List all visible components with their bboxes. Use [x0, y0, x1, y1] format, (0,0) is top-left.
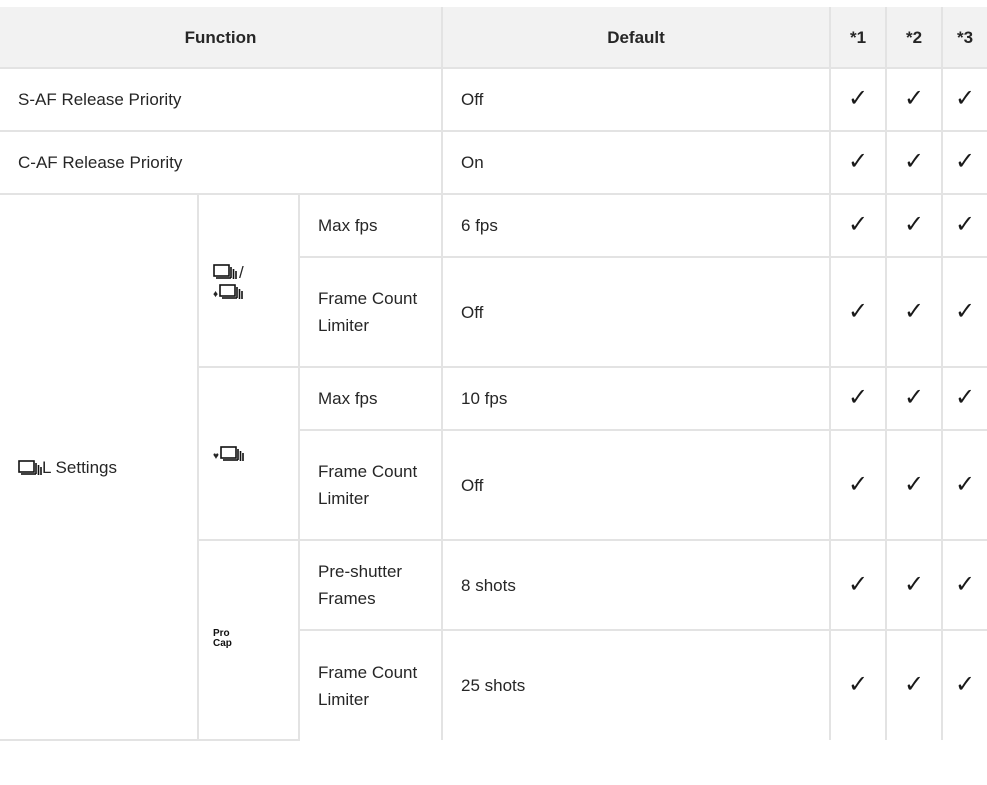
check-cell: ✓ — [885, 256, 944, 368]
function-cell: C-AF Release Priority — [0, 130, 444, 195]
default-cell: 10 fps — [441, 366, 832, 431]
checkmark-icon: ✓ — [903, 470, 925, 498]
check-cell: ✓ — [829, 539, 888, 631]
check-cell: ✓ — [829, 130, 888, 195]
sub-function-cell: Frame Count Limiter — [299, 429, 444, 541]
checkmark-icon: ✓ — [847, 384, 869, 411]
check-cell: ✓ — [885, 67, 944, 132]
check-cell: ✓ — [829, 366, 888, 431]
checkmark-icon: ✓ — [903, 570, 925, 598]
check-cell: ✓ — [941, 629, 987, 740]
l-settings-label: L Settings — [42, 457, 117, 477]
table-row: C-AF Release Priority On ✓ ✓ ✓ — [0, 130, 987, 195]
sub-function-cell: Pre-shutter Frames — [297, 539, 444, 631]
check-cell: ✓ — [941, 366, 987, 431]
silent-marker-icon: ♦ — [213, 289, 219, 300]
checkmark-icon: ✓ — [954, 384, 976, 411]
checkmark-icon: ✓ — [954, 148, 976, 175]
checkmark-icon: ✓ — [954, 570, 976, 598]
check-cell: ✓ — [941, 130, 987, 195]
header-mode-3: *3 — [941, 7, 987, 69]
silent-sequential-icon — [219, 284, 243, 300]
sequential-icon — [213, 264, 237, 280]
checkmark-icon: ✓ — [903, 384, 925, 411]
group3-icon-cell: Pro Cap — [198, 539, 300, 741]
checkmark-icon: ✓ — [954, 211, 976, 238]
checkmark-icon: ✓ — [847, 148, 869, 175]
default-cell: Off — [441, 67, 832, 132]
sub-function-cell: Frame Count Limiter — [299, 629, 444, 740]
sub-function-cell: Max fps — [297, 366, 444, 431]
check-cell: ✓ — [885, 629, 944, 740]
check-cell: ✓ — [941, 539, 987, 631]
checkmark-icon: ✓ — [903, 211, 925, 238]
default-cell: On — [441, 130, 832, 195]
group1-icon-cell: / ♦ — [197, 193, 300, 368]
checkmark-icon: ✓ — [903, 671, 925, 698]
check-cell: ✓ — [885, 539, 944, 631]
default-cell: 8 shots — [441, 539, 832, 631]
checkmark-icon: ✓ — [847, 297, 869, 325]
checkmark-icon: ✓ — [903, 297, 925, 325]
sequential-shooting-icon — [18, 460, 42, 476]
checkmark-icon: ✓ — [847, 671, 869, 698]
default-cell: 25 shots — [441, 629, 832, 740]
header-function: Function — [0, 7, 444, 69]
sub-function-cell: Frame Count Limiter — [299, 256, 444, 368]
check-cell: ✓ — [829, 67, 888, 132]
header-mode-2: *2 — [885, 7, 944, 69]
silent-sequential-icon — [220, 446, 244, 462]
check-cell: ✓ — [829, 629, 888, 740]
checkmark-icon: ✓ — [954, 470, 976, 498]
check-cell: ✓ — [829, 429, 888, 541]
group2-icon-cell: ♥ — [198, 366, 300, 541]
checkmark-icon: ✓ — [954, 85, 976, 112]
check-cell: ✓ — [885, 193, 944, 258]
header-mode-1: *1 — [829, 7, 888, 69]
checkmark-icon: ✓ — [954, 671, 976, 698]
table-row: L Settings / ♦ Max fps 6 fps ✓ ✓ ✓ — [0, 193, 987, 741]
check-cell: ✓ — [941, 429, 987, 541]
table-row: S-AF Release Priority Off ✓ ✓ ✓ — [0, 67, 987, 132]
l-settings-cell: L Settings — [0, 193, 199, 741]
default-cell: Off — [441, 256, 832, 368]
check-cell: ✓ — [885, 366, 944, 431]
function-cell: S-AF Release Priority — [0, 67, 444, 132]
check-cell: ✓ — [885, 130, 944, 195]
check-cell: ✓ — [941, 256, 987, 368]
check-cell: ✓ — [885, 429, 944, 541]
check-cell: ✓ — [941, 193, 987, 258]
icon-separator: / — [239, 263, 244, 282]
default-cell: 6 fps — [441, 193, 832, 258]
silent-marker-icon: ♥ — [213, 451, 219, 462]
checkmark-icon: ✓ — [847, 211, 869, 238]
checkmark-icon: ✓ — [954, 297, 976, 325]
header-default: Default — [441, 7, 832, 69]
check-cell: ✓ — [941, 67, 987, 132]
check-cell: ✓ — [829, 256, 888, 368]
checkmark-icon: ✓ — [903, 148, 925, 175]
settings-table: Function Default *1 *2 *3 S-AF Release P… — [0, 7, 987, 741]
check-cell: ✓ — [829, 193, 888, 258]
pro-capture-icon: Pro Cap — [213, 627, 232, 649]
checkmark-icon: ✓ — [847, 570, 869, 598]
checkmark-icon: ✓ — [847, 470, 869, 498]
checkmark-icon: ✓ — [847, 85, 869, 112]
default-cell: Off — [441, 429, 832, 541]
header-row: Function Default *1 *2 *3 — [0, 7, 987, 69]
sub-function-cell: Max fps — [297, 193, 444, 258]
checkmark-icon: ✓ — [903, 85, 925, 112]
